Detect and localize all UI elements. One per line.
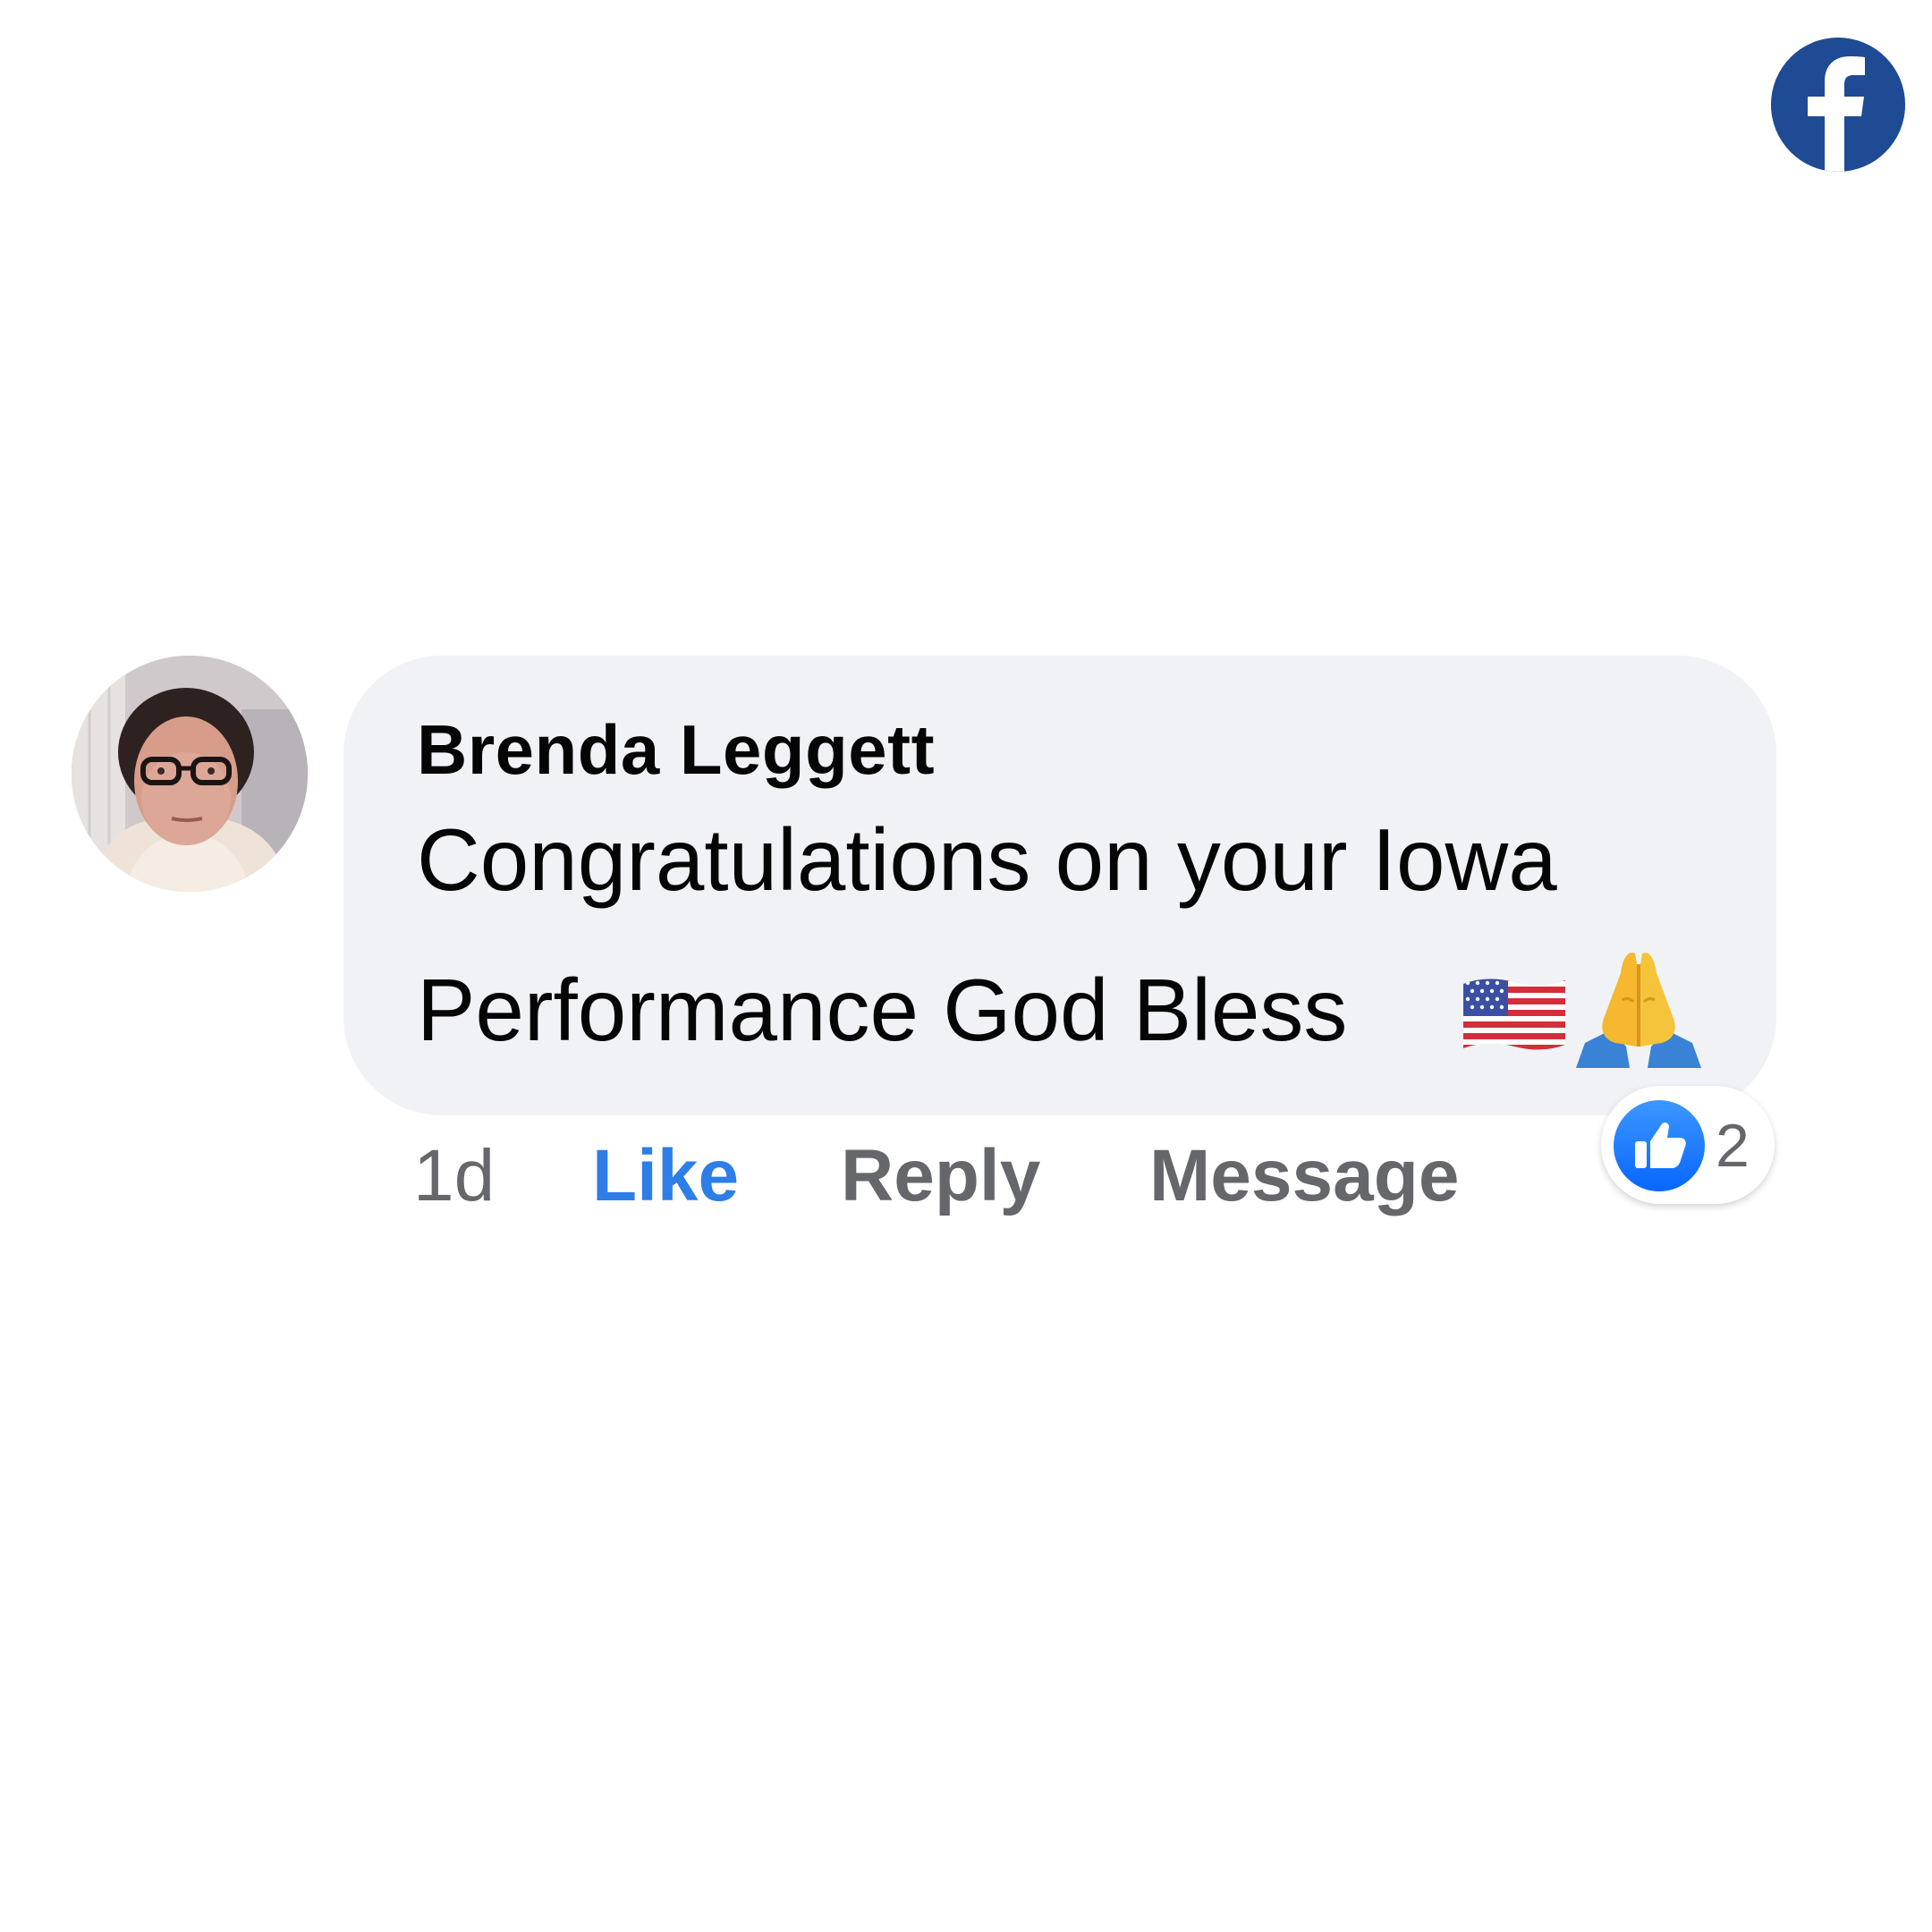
page: Brenda Leggett Congratulations on your I… [0,0,1932,1932]
comment-timestamp: 1d [413,1135,496,1216]
avatar[interactable] [72,656,308,892]
message-button[interactable]: Message [1149,1134,1459,1218]
reaction-count: 2 [1716,1112,1750,1180]
comment-text-line-1: Congratulations on your Iowa [417,810,1557,909]
like-thumbs-up-icon [1612,1098,1707,1193]
facebook-logo-icon [1771,38,1905,172]
us-flag-emoji-icon [1463,979,1565,1050]
folded-hands-emoji-icon [1576,953,1701,1068]
comment-author[interactable]: Brenda Leggett [417,709,935,791]
reaction-summary[interactable]: 2 [1601,1086,1775,1204]
comment-text-line-2: Performance God Bless [417,961,1348,1059]
like-button[interactable]: Like [592,1134,739,1218]
comment-bubble: Brenda Leggett Congratulations on your I… [343,656,1776,1115]
reply-button[interactable]: Reply [841,1134,1040,1218]
